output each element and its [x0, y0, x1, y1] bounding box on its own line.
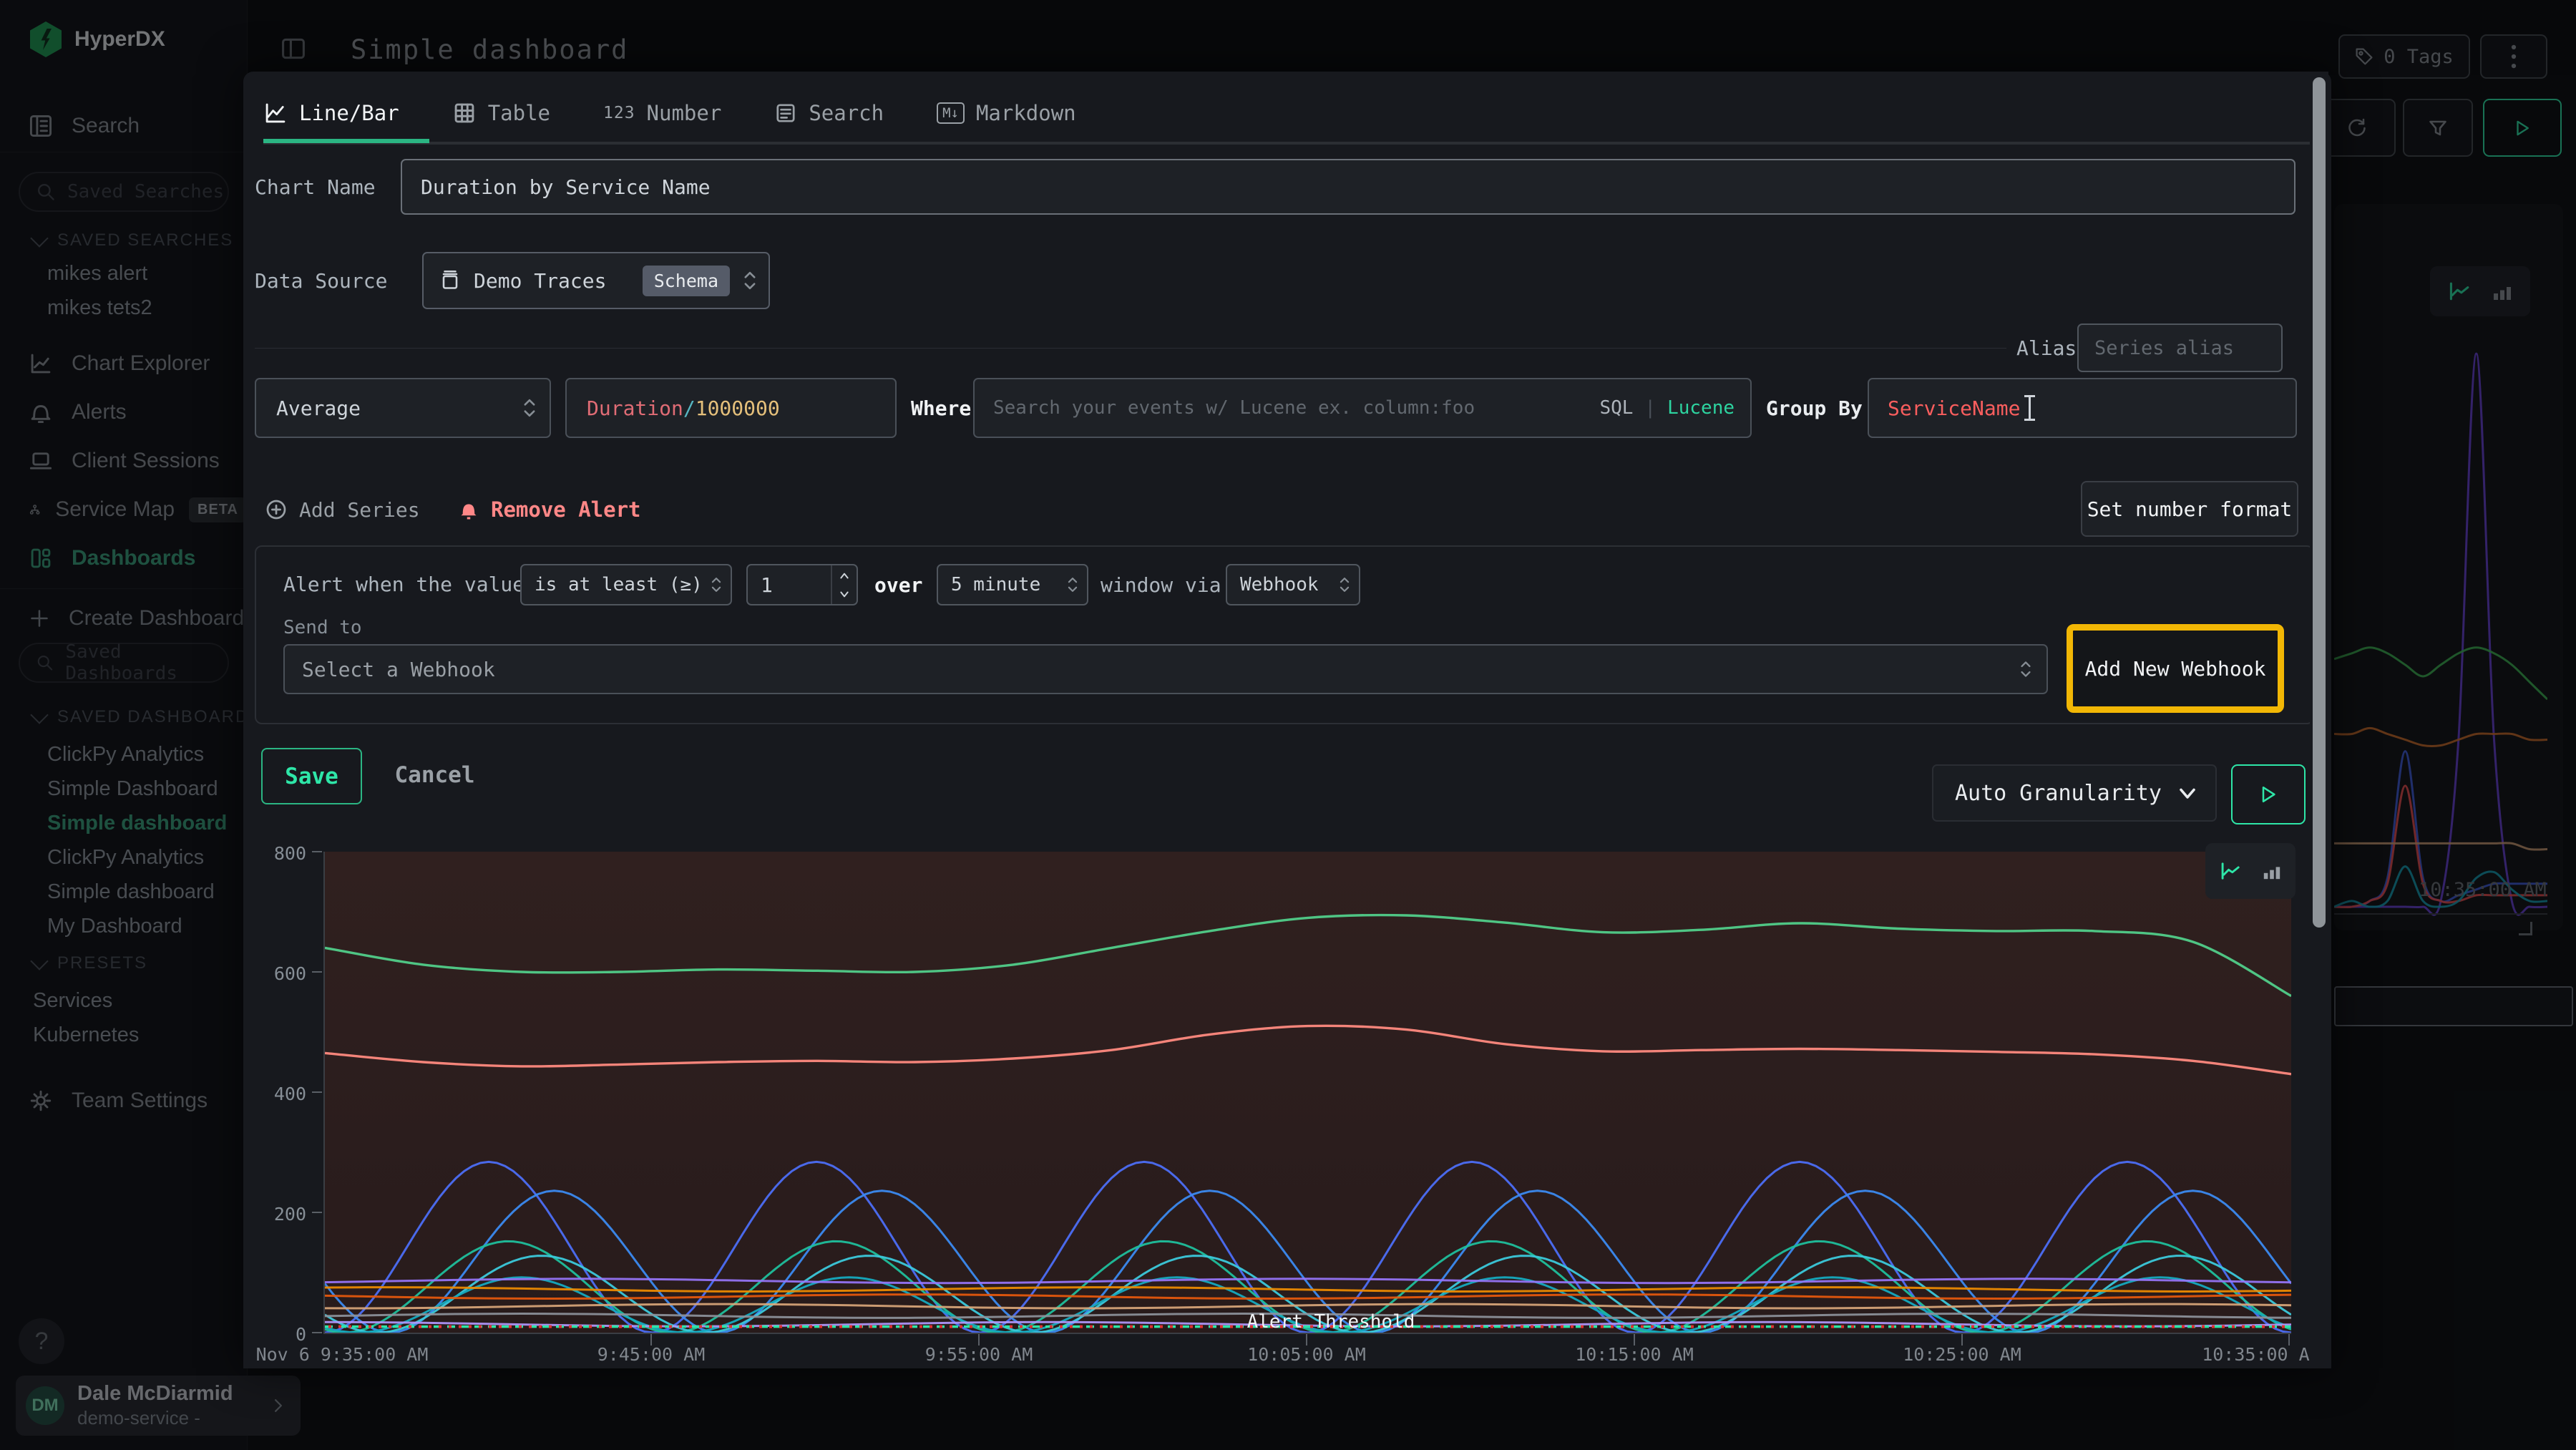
bar-chart-icon: [2262, 861, 2282, 881]
group-by-input[interactable]: ServiceName: [1868, 378, 2297, 438]
chart-plot-area[interactable]: [323, 852, 2291, 1334]
updown-chevrons-icon: [711, 575, 722, 595]
number-stepper[interactable]: [831, 565, 857, 604]
granularity-select[interactable]: Auto Granularity: [1932, 764, 2217, 822]
tab-search[interactable]: Search: [774, 84, 884, 142]
divider: [255, 348, 2006, 349]
y-tick-mark: [312, 1212, 322, 1213]
chart-name-label: Chart Name: [255, 159, 376, 215]
chevron-down-icon: [2177, 782, 2198, 804]
send-to-label: Send to: [283, 617, 362, 638]
y-tick-label: 400: [256, 1084, 306, 1104]
tab-line-bar[interactable]: Line/Bar: [263, 84, 399, 142]
field-expression-input[interactable]: Duration/1000000: [565, 378, 897, 438]
alert-condition-select[interactable]: is at least (≥): [520, 564, 732, 605]
schema-badge: Schema: [643, 266, 730, 296]
y-tick-label: 600: [256, 963, 306, 984]
where-label: Where: [911, 378, 971, 438]
line-chart-icon: [263, 101, 288, 125]
app-root: HyperDX Simple dashboard 0 Tags Search S…: [0, 0, 2576, 1450]
updown-chevrons-icon: [1067, 575, 1078, 595]
cancel-button[interactable]: Cancel: [383, 748, 487, 802]
alias-label: Alias: [2016, 323, 2077, 372]
sql-toggle[interactable]: SQL: [1599, 397, 1633, 419]
x-axis-label: 9:45:00 AM: [537, 1344, 766, 1365]
webhook-select[interactable]: Select a Webhook: [283, 644, 2048, 694]
edit-chart-modal: Line/Bar Table 123 Number Search M↓ Mark…: [243, 72, 2331, 1368]
y-tick-label: 200: [256, 1204, 306, 1225]
x-axis-label: 10:05:00 AM: [1192, 1344, 1421, 1365]
scrollbar-thumb[interactable]: [2313, 77, 2326, 928]
y-tick-mark: [312, 971, 322, 973]
where-search-input[interactable]: Search your events w/ Lucene ex. column:…: [973, 378, 1752, 438]
line-chart-icon: [2219, 859, 2243, 883]
table-icon: [452, 101, 477, 125]
x-axis-label: 10:15:00 AM: [1520, 1344, 1749, 1365]
updown-chevrons-icon: [2019, 658, 2032, 680]
updown-chevrons-icon: [1339, 575, 1350, 595]
y-tick-mark: [312, 1091, 322, 1093]
tab-table[interactable]: Table: [452, 84, 550, 142]
alert-window-select[interactable]: 5 minute: [937, 564, 1088, 605]
circle-plus-icon: [265, 498, 288, 521]
run-chart-button[interactable]: [2231, 764, 2306, 824]
chart-type-toggle[interactable]: [2205, 843, 2296, 899]
tab-number[interactable]: 123 Number: [603, 84, 721, 142]
y-tick-label: 800: [256, 843, 306, 864]
series-alias-input[interactable]: Series alias: [2077, 323, 2283, 372]
x-axis-label: Nov 6 9:35:00 AM: [228, 1344, 457, 1365]
tab-markdown[interactable]: M↓ Markdown: [937, 84, 1076, 142]
list-doc-icon: [774, 102, 797, 125]
y-tick-label: 0: [256, 1324, 306, 1345]
y-tick-mark: [312, 851, 322, 852]
modal-scrollbar[interactable]: [2310, 72, 2328, 1368]
data-source-select[interactable]: Demo Traces Schema: [422, 252, 770, 309]
window-via-label: window via: [1101, 564, 1221, 605]
set-number-format-button[interactable]: Set number format: [2081, 481, 2298, 537]
text-cursor: [2029, 395, 2031, 421]
data-source-label: Data Source: [255, 252, 387, 309]
add-new-webhook-button[interactable]: Add New Webhook: [2067, 624, 2284, 713]
aggregation-select[interactable]: Average: [255, 378, 551, 438]
x-axis-label: 9:55:00 AM: [864, 1344, 1093, 1365]
remove-alert-button[interactable]: Remove Alert: [458, 488, 641, 531]
save-button[interactable]: Save: [261, 748, 362, 804]
updown-chevrons-icon: [522, 396, 537, 420]
alert-threshold-label: Alert Threshold: [1231, 1311, 1431, 1333]
markdown-icon: M↓: [937, 102, 965, 124]
alert-threshold-input[interactable]: 1: [746, 564, 858, 605]
x-axis-label: 10:25:00 AM: [1848, 1344, 2077, 1365]
updown-chevrons-icon: [743, 268, 757, 293]
chevron-up-icon: [839, 571, 849, 580]
alert-prefix-label: Alert when the value: [283, 564, 525, 604]
x-axis-label: 10:35:00 AM: [2147, 1344, 2376, 1365]
chart-type-tabs: Line/Bar Table 123 Number Search M↓ Mark…: [263, 84, 2311, 145]
active-tab-underline: [263, 139, 429, 143]
database-icon: [439, 270, 461, 291]
bell-icon: [458, 499, 479, 520]
add-series-button[interactable]: Add Series: [265, 488, 420, 531]
alert-channel-select[interactable]: Webhook: [1226, 564, 1360, 605]
chart-name-input[interactable]: Duration by Service Name: [401, 159, 2296, 215]
over-label: over: [874, 564, 922, 605]
play-icon: [2258, 784, 2278, 804]
number-123-icon: 123: [603, 104, 635, 122]
chart-series-svg: [325, 852, 2291, 1333]
y-tick-mark: [312, 1332, 322, 1333]
chevron-down-icon: [839, 590, 849, 599]
group-by-label: Group By: [1766, 378, 1863, 438]
lucene-toggle[interactable]: Lucene: [1667, 397, 1735, 419]
